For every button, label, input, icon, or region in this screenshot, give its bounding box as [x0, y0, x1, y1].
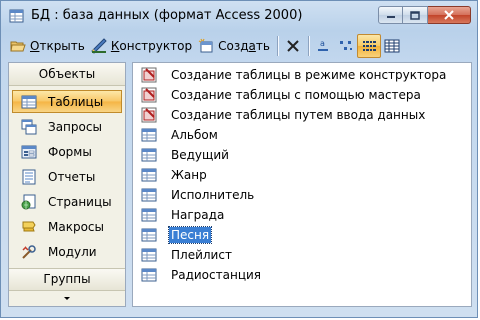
object-label: Таблицы [48, 94, 104, 109]
list-item[interactable]: Создание таблицы в режиме конструктора [133, 65, 471, 85]
list-view-button[interactable] [356, 34, 381, 58]
toolbar-separator [276, 36, 278, 56]
panel-scroll-down-button[interactable] [9, 290, 125, 306]
object-tables[interactable]: Таблицы [12, 90, 122, 113]
object-label: Макросы [48, 219, 104, 234]
table-icon [21, 95, 37, 108]
form-icon [21, 145, 37, 158]
title-bar[interactable]: БД : база данных (формат Access 2000) [1, 1, 477, 31]
object-label: Отчеты [48, 169, 96, 184]
list-item-label: Песня [167, 226, 213, 244]
list-view-icon [362, 41, 376, 51]
large-icons-button[interactable]: a [313, 34, 335, 58]
database-window: БД : база данных (формат Access 2000) От… [0, 0, 478, 318]
open-label: Открыть [30, 39, 85, 53]
delete-x-icon [287, 40, 299, 52]
list-item[interactable]: Радиостанция [133, 265, 471, 285]
create-label: Создать [218, 39, 270, 53]
list-item[interactable]: Альбом [133, 125, 471, 145]
table-icon [141, 248, 157, 262]
small-icons-button[interactable] [335, 34, 357, 58]
list-item[interactable]: Создание таблицы с помощью мастера [133, 85, 471, 105]
object-label: Запросы [48, 119, 102, 134]
objects-listview: Создание таблицы в режиме конструктора С… [132, 62, 472, 307]
object-reports[interactable]: Отчеты [12, 165, 122, 188]
database-app-icon [9, 9, 24, 23]
toolbar: Открыть Конструктор Создать a [7, 32, 471, 60]
close-button[interactable] [428, 6, 471, 24]
list-item[interactable]: Жанр [133, 165, 471, 185]
open-folder-icon [10, 41, 26, 52]
object-label: Модули [48, 244, 97, 259]
list-item[interactable]: Плейлист [133, 245, 471, 265]
list-item[interactable]: Награда [133, 205, 471, 225]
new-object-icon [198, 38, 213, 53]
minimize-icon [386, 16, 395, 18]
table-icon [141, 168, 157, 182]
create-button[interactable]: Создать [195, 34, 273, 58]
table-icon [141, 188, 157, 202]
table-icon [141, 148, 157, 162]
caption-buttons [378, 6, 471, 25]
design-ruler-icon [91, 38, 107, 54]
objects-header[interactable]: Объекты [9, 63, 125, 86]
designer-label: Конструктор [110, 39, 193, 53]
wizard-icon [141, 87, 157, 103]
maximize-icon [410, 10, 420, 20]
query-icon [21, 119, 37, 134]
list-item-label: Создание таблицы с помощью мастера [171, 88, 421, 102]
objects-list: Таблицы Запросы Формы Отчеты Страницы Ма… [9, 86, 125, 267]
wizard-icon [141, 107, 157, 123]
toolbar-separator [307, 36, 309, 56]
large-icons-view-icon: a [317, 39, 328, 51]
object-forms[interactable]: Формы [12, 140, 122, 163]
details-view-button[interactable] [381, 34, 403, 58]
list-item[interactable]: Ведущий [133, 145, 471, 165]
table-icon [141, 208, 157, 222]
objects-panel: Объекты Таблицы Запросы Формы Отчеты Стр… [8, 62, 126, 307]
minimize-button[interactable] [378, 6, 403, 24]
list-item-label: Жанр [171, 168, 207, 182]
object-macros[interactable]: Макросы [12, 215, 122, 238]
details-view-icon [384, 39, 400, 53]
object-pages[interactable]: Страницы [12, 190, 122, 213]
wizard-icon [141, 67, 157, 83]
list-item-label: Награда [171, 208, 225, 222]
object-queries[interactable]: Запросы [12, 115, 122, 138]
list-item-label: Исполнитель [171, 188, 255, 202]
window-title: БД : база данных (формат Access 2000) [31, 8, 303, 23]
report-icon [22, 169, 36, 184]
list-item-label: Создание таблицы в режиме конструктора [171, 68, 447, 82]
list-item-label: Альбом [171, 128, 218, 142]
object-modules[interactable]: Модули [12, 240, 122, 263]
open-button[interactable]: Открыть [7, 34, 88, 58]
small-icons-view-icon [339, 41, 352, 50]
page-icon [21, 194, 36, 209]
chevron-down-icon [64, 296, 70, 300]
module-icon [22, 244, 36, 259]
delete-button[interactable] [282, 34, 304, 58]
designer-button[interactable]: Конструктор [88, 34, 195, 58]
object-label: Формы [48, 144, 92, 159]
groups-header[interactable]: Группы [9, 268, 125, 291]
maximize-button[interactable] [403, 6, 428, 24]
macro-icon [22, 221, 36, 231]
list-item-label: Радиостанция [171, 268, 261, 282]
list-item[interactable]: Исполнитель [133, 185, 471, 205]
list-item-label: Плейлист [171, 248, 232, 262]
close-icon [444, 10, 454, 20]
list-item-label: Создание таблицы путем ввода данных [171, 108, 426, 122]
list-item-selected[interactable]: Песня [133, 225, 471, 245]
table-icon [141, 228, 157, 242]
table-icon [141, 128, 157, 142]
svg-text:a: a [320, 39, 325, 48]
table-icon [141, 268, 157, 282]
list-item-label: Ведущий [171, 148, 229, 162]
object-label: Страницы [48, 194, 112, 209]
list-item[interactable]: Создание таблицы путем ввода данных [133, 105, 471, 125]
